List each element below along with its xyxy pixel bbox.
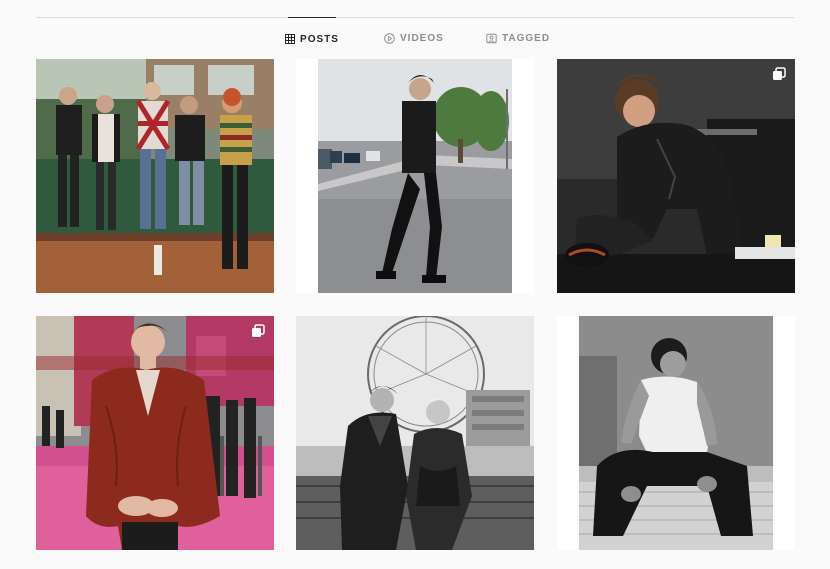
tab-tagged[interactable]: TAGGED xyxy=(486,17,550,59)
post-image xyxy=(36,316,274,550)
tag-icon xyxy=(486,33,497,44)
profile-page: POSTS VIDEOS TAGGED xyxy=(0,0,830,569)
grid-icon xyxy=(285,34,296,44)
post-image xyxy=(296,59,534,293)
tab-videos-label: VIDEOS xyxy=(400,32,444,44)
post-image xyxy=(36,59,274,293)
post-tile[interactable] xyxy=(296,59,534,293)
post-image xyxy=(557,59,795,293)
multiple-photos-icon xyxy=(251,324,265,338)
multiple-photos-icon xyxy=(772,67,786,81)
post-tile[interactable] xyxy=(557,316,795,550)
posts-grid xyxy=(36,59,795,550)
post-image xyxy=(557,316,795,550)
tab-tagged-label: TAGGED xyxy=(502,32,551,44)
post-image xyxy=(296,316,534,550)
post-tile[interactable] xyxy=(36,59,274,293)
tab-posts[interactable]: POSTS xyxy=(285,17,339,60)
tab-posts-label: POSTS xyxy=(300,33,339,45)
post-tile[interactable] xyxy=(557,59,795,293)
post-tile[interactable] xyxy=(36,316,274,550)
play-circle-icon xyxy=(384,32,395,44)
post-tile[interactable] xyxy=(296,316,534,550)
profile-tabs: POSTS VIDEOS TAGGED xyxy=(0,17,830,59)
tab-videos[interactable]: VIDEOS xyxy=(384,17,444,59)
